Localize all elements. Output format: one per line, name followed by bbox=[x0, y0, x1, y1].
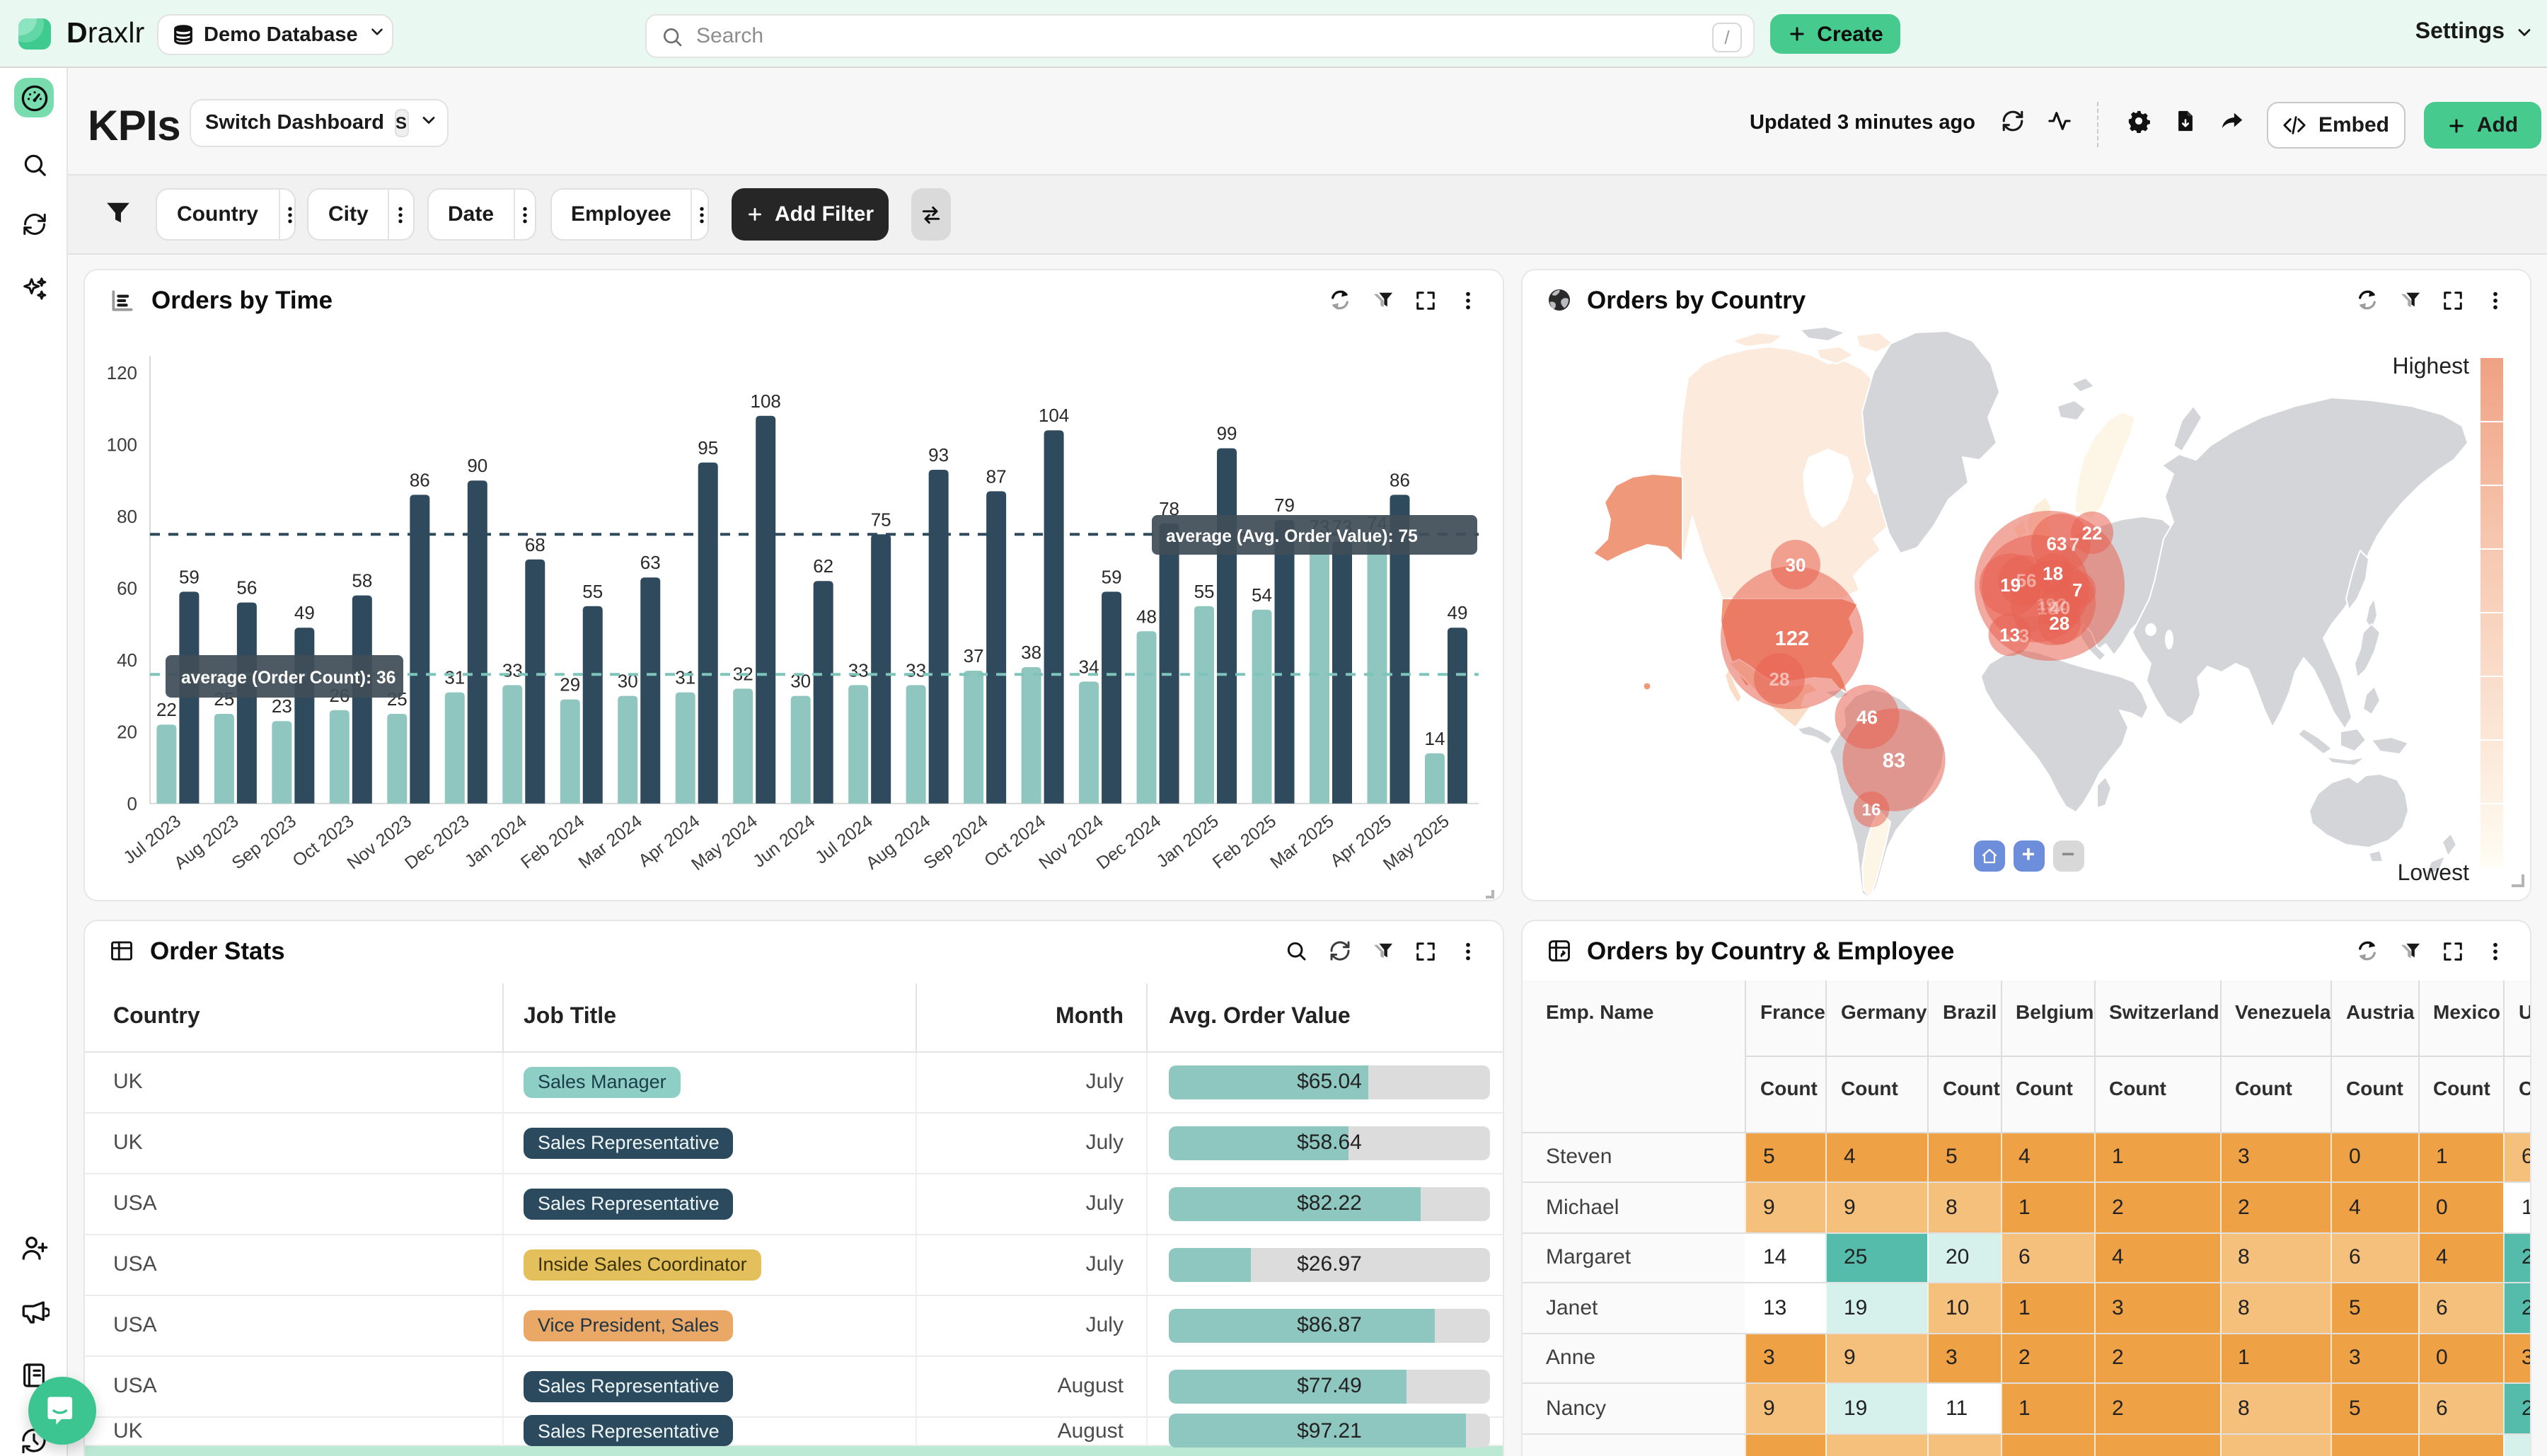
svg-text:56: 56 bbox=[236, 577, 257, 599]
svg-text:95: 95 bbox=[698, 437, 718, 458]
svg-text:Jun 2024: Jun 2024 bbox=[749, 811, 819, 871]
svg-text:28: 28 bbox=[1769, 669, 1789, 690]
svg-text:90: 90 bbox=[467, 455, 487, 476]
svg-text:120: 120 bbox=[107, 362, 137, 383]
svg-text:79: 79 bbox=[1274, 495, 1295, 516]
svg-text:30: 30 bbox=[1785, 554, 1806, 575]
svg-text:55: 55 bbox=[582, 581, 603, 602]
svg-text:59: 59 bbox=[179, 566, 200, 587]
svg-text:average (Avg. Order Value): 75: average (Avg. Order Value): 75 bbox=[1166, 527, 1418, 546]
svg-text:Feb 2025: Feb 2025 bbox=[1209, 811, 1280, 872]
svg-text:16: 16 bbox=[1861, 801, 1881, 820]
svg-text:average (Order Count): 36: average (Order Count): 36 bbox=[181, 669, 395, 688]
svg-text:33: 33 bbox=[906, 659, 926, 681]
svg-text:122: 122 bbox=[1774, 628, 1808, 650]
svg-text:60: 60 bbox=[117, 577, 137, 599]
svg-text:Dec 2024: Dec 2024 bbox=[1093, 811, 1165, 873]
svg-text:3: 3 bbox=[2018, 625, 2028, 646]
svg-text:100: 100 bbox=[107, 434, 137, 455]
svg-text:99: 99 bbox=[1217, 423, 1237, 444]
svg-text:49: 49 bbox=[1447, 602, 1467, 623]
svg-text:Aug 2024: Aug 2024 bbox=[862, 811, 935, 873]
svg-text:86: 86 bbox=[1390, 469, 1410, 490]
svg-text:38: 38 bbox=[1021, 642, 1041, 663]
svg-text:23: 23 bbox=[272, 695, 292, 717]
svg-text:28: 28 bbox=[2048, 613, 2069, 634]
svg-text:Sep 2023: Sep 2023 bbox=[228, 811, 300, 873]
svg-text:31: 31 bbox=[675, 667, 695, 688]
svg-text:46: 46 bbox=[1856, 707, 1877, 728]
svg-text:54: 54 bbox=[1252, 584, 1272, 606]
svg-text:22: 22 bbox=[156, 699, 177, 720]
svg-text:63: 63 bbox=[640, 552, 661, 573]
svg-text:104: 104 bbox=[1039, 405, 1069, 426]
svg-text:Nov 2023: Nov 2023 bbox=[343, 811, 415, 873]
svg-text:58: 58 bbox=[352, 570, 372, 591]
svg-text:87: 87 bbox=[986, 466, 1007, 487]
svg-text:7: 7 bbox=[2072, 579, 2081, 601]
svg-text:20: 20 bbox=[117, 721, 137, 742]
svg-text:75: 75 bbox=[871, 509, 891, 530]
svg-text:49: 49 bbox=[294, 602, 315, 623]
svg-text:Jan 2025: Jan 2025 bbox=[1153, 811, 1222, 871]
svg-text:108: 108 bbox=[751, 391, 781, 412]
svg-text:63: 63 bbox=[2046, 533, 2067, 554]
svg-text:48: 48 bbox=[1136, 606, 1157, 627]
svg-text:59: 59 bbox=[1102, 566, 1122, 587]
svg-text:Aug 2023: Aug 2023 bbox=[171, 811, 243, 873]
svg-text:Jan 2024: Jan 2024 bbox=[461, 811, 531, 871]
svg-text:83: 83 bbox=[1882, 749, 1905, 772]
svg-text:7: 7 bbox=[2069, 533, 2079, 555]
svg-text:55: 55 bbox=[1194, 581, 1215, 602]
svg-text:86: 86 bbox=[410, 469, 430, 490]
svg-text:56: 56 bbox=[2016, 570, 2036, 591]
svg-text:Sep 2024: Sep 2024 bbox=[920, 811, 992, 873]
svg-text:14: 14 bbox=[1424, 728, 1445, 749]
svg-text:13: 13 bbox=[1999, 625, 2019, 646]
svg-text:Mar 2024: Mar 2024 bbox=[574, 811, 646, 872]
svg-text:29: 29 bbox=[560, 674, 580, 695]
svg-text:33: 33 bbox=[502, 659, 523, 681]
svg-text:40: 40 bbox=[117, 649, 137, 671]
svg-text:68: 68 bbox=[525, 534, 545, 555]
svg-text:33: 33 bbox=[848, 659, 869, 681]
svg-text:Nov 2024: Nov 2024 bbox=[1035, 811, 1107, 873]
svg-text:31: 31 bbox=[444, 667, 465, 688]
svg-text:80: 80 bbox=[117, 506, 137, 527]
svg-text:22: 22 bbox=[2081, 522, 2102, 543]
svg-text:0: 0 bbox=[127, 793, 137, 814]
svg-text:Feb 2024: Feb 2024 bbox=[517, 811, 589, 872]
svg-text:62: 62 bbox=[813, 555, 833, 577]
svg-text:93: 93 bbox=[928, 444, 949, 466]
svg-text:37: 37 bbox=[964, 645, 984, 666]
svg-text:Mar 2025: Mar 2025 bbox=[1266, 811, 1337, 872]
svg-text:Dec 2023: Dec 2023 bbox=[401, 811, 473, 873]
svg-text:18: 18 bbox=[2042, 562, 2062, 584]
